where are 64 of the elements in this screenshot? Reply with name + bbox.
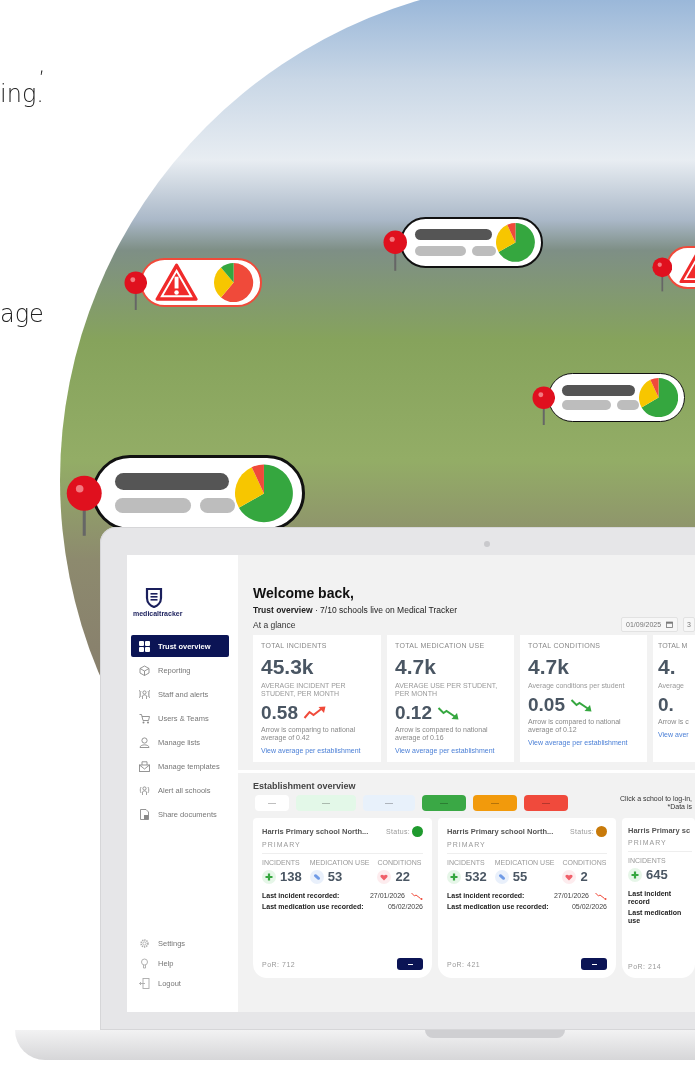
shield-logo-icon (145, 587, 163, 608)
stat-value: 22 (395, 869, 410, 884)
pie-chart-icon (214, 262, 254, 303)
map-pin-icon (66, 474, 103, 536)
stat-value: 45.3k (261, 656, 315, 678)
open-button[interactable] (581, 958, 607, 970)
placeholder-bar (472, 245, 496, 256)
pie-chart-icon (639, 377, 679, 418)
broadcast-icon (139, 688, 150, 700)
gear-icon (139, 938, 150, 949)
stat-value: 55 (512, 869, 528, 884)
pie-chart-icon (234, 462, 293, 524)
pill-icon (494, 869, 509, 884)
stat-value: 645 (646, 867, 668, 882)
document-icon (139, 808, 150, 820)
map-pin-icon (382, 230, 408, 272)
greeting-heading: Welcome back, (253, 585, 355, 601)
map-pin-icon (123, 270, 148, 310)
stat-value: 532 (465, 869, 487, 884)
pie-chart-icon (495, 222, 535, 263)
logout-icon (139, 978, 150, 989)
plus-icon (628, 867, 642, 882)
lightbulb-icon (139, 958, 150, 969)
plus-icon (447, 869, 461, 884)
broadcast-icon (139, 784, 150, 796)
stat-value: 2 (580, 869, 588, 884)
filter-chip[interactable] (255, 795, 289, 811)
heading-text: age (0, 300, 44, 328)
cart-icon (139, 712, 150, 724)
pill-icon (309, 869, 324, 884)
heading-text: ing. (0, 80, 44, 108)
section-title: At a glance (253, 619, 296, 630)
filter-chip[interactable] (363, 795, 415, 811)
stat-value: 4.7k (395, 656, 437, 678)
stat-value: 4. (658, 656, 677, 678)
grid-icon (139, 640, 150, 652)
plus-icon (262, 869, 276, 884)
open-button[interactable] (397, 958, 423, 970)
stat-value: 4.7k (528, 656, 570, 678)
filter-chip[interactable] (524, 795, 568, 811)
envelope-icon (139, 760, 150, 772)
placeholder-bar (199, 497, 235, 513)
filter-chip[interactable] (296, 795, 356, 811)
placeholder-bar (561, 400, 611, 411)
calendar-icon (666, 621, 674, 628)
filter-chip[interactable] (422, 795, 466, 811)
heading-text: , (38, 50, 46, 78)
subtitle-text: Trust overview · 7/10 schools live on Medical Tracker (253, 605, 459, 615)
ratio-value: 0.58 (261, 703, 298, 723)
warning-icon (154, 262, 198, 303)
placeholder-bar (616, 400, 640, 411)
person-icon (139, 736, 150, 748)
ratio-value: 0.12 (395, 703, 432, 723)
cube-icon (139, 664, 150, 676)
stat-value: 138 (280, 869, 302, 884)
map-pin-icon (531, 385, 556, 425)
filter-chip[interactable] (473, 795, 517, 811)
map-pin-icon (651, 257, 673, 292)
placeholder-bar (415, 245, 467, 256)
ratio-value: 0.05 (528, 695, 565, 715)
section-title: Establishment overview (253, 781, 357, 791)
stat-value: 53 (327, 869, 343, 884)
camera-dot (484, 541, 490, 547)
ratio-value: 0. (658, 695, 674, 715)
